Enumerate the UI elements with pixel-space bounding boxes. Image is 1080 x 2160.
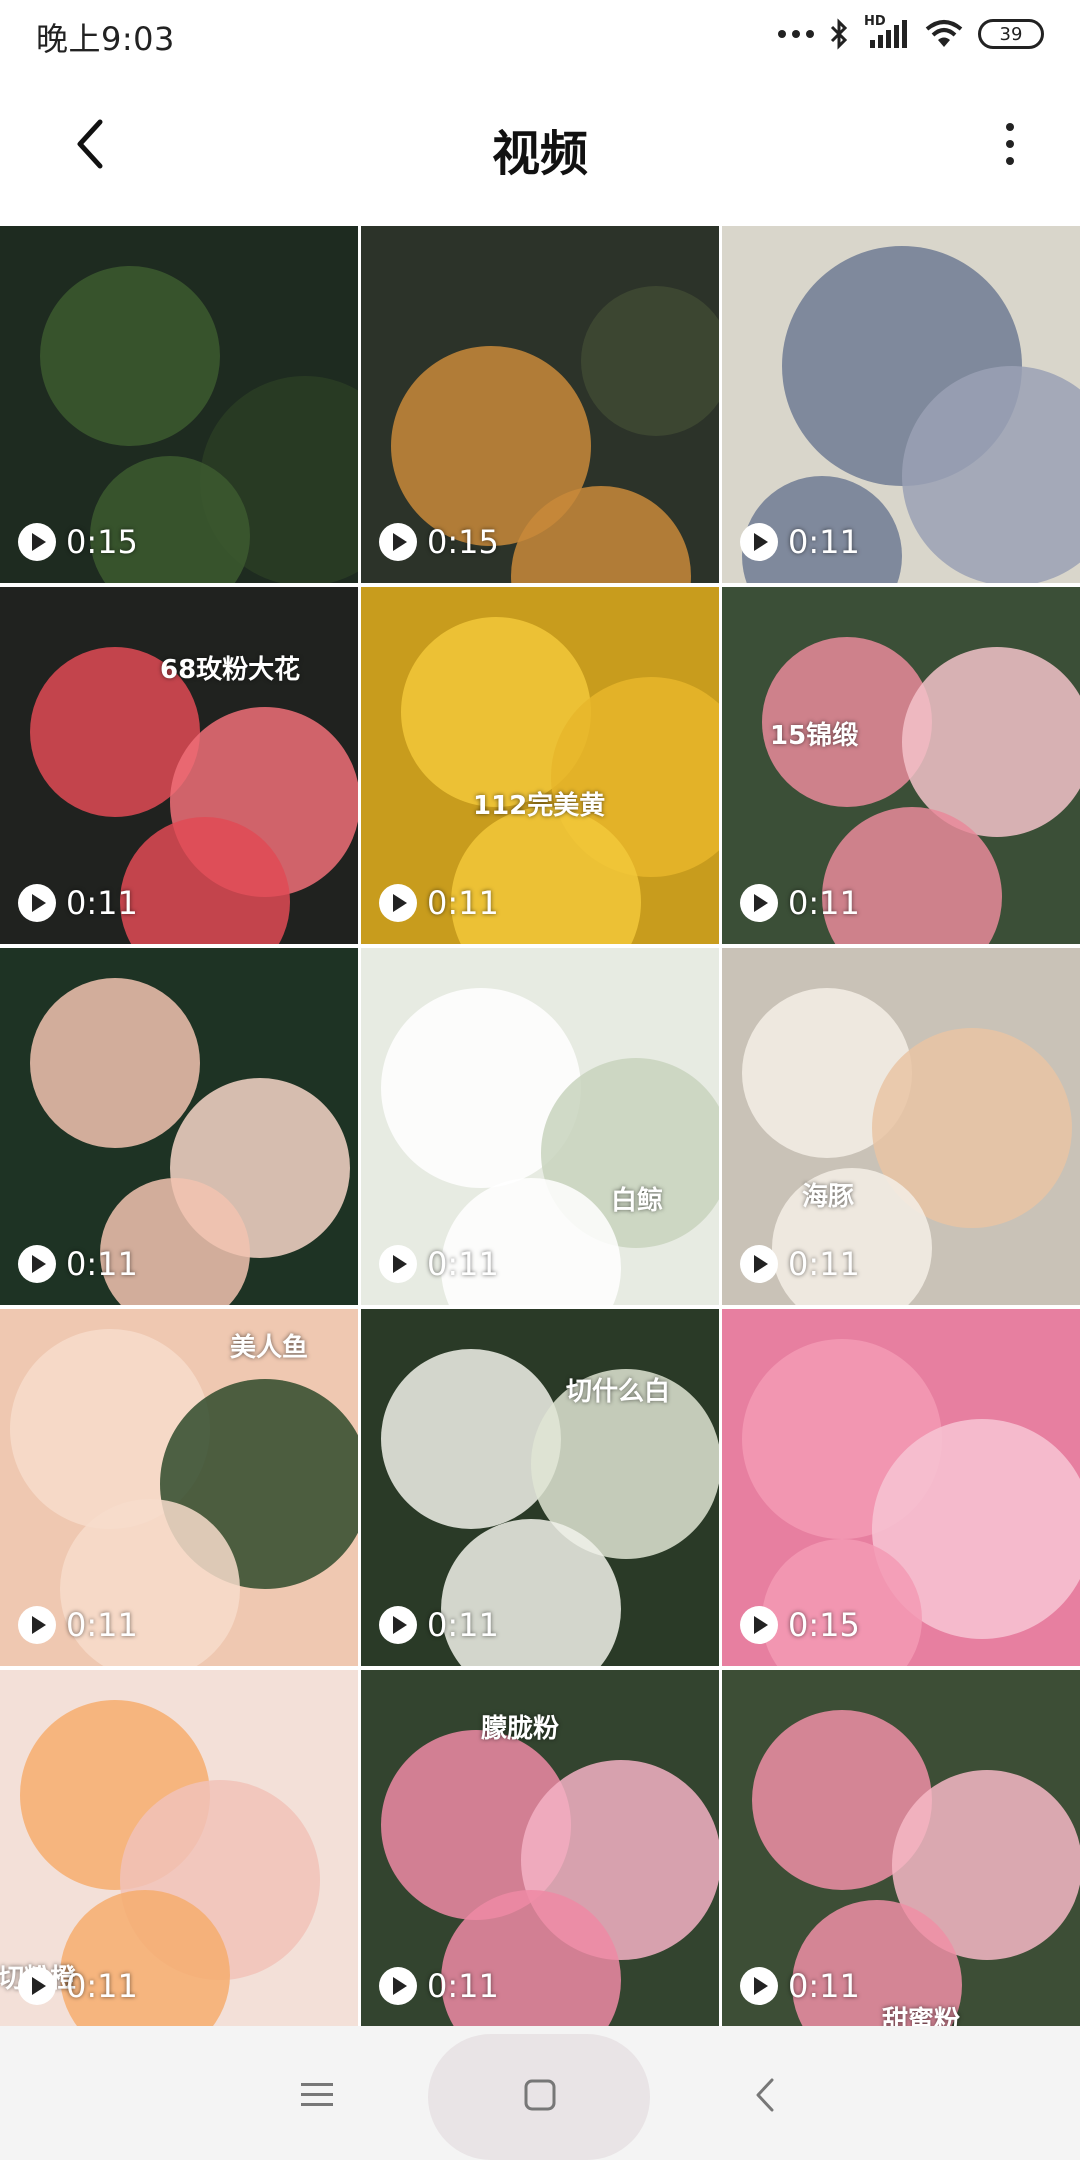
video-caption: 68玫粉大花 (160, 655, 301, 685)
menu-icon (301, 2083, 333, 2106)
play-icon (379, 884, 417, 922)
video-caption: 朦胧粉 (481, 1714, 560, 1744)
play-icon (740, 1967, 778, 2005)
bluetooth-icon (830, 18, 848, 50)
video-duration: 0:11 (379, 1245, 499, 1283)
video-thumbnail[interactable]: 0:15 (0, 226, 358, 583)
video-duration: 0:15 (18, 523, 138, 561)
more-dot (1006, 123, 1014, 131)
back-icon (756, 2078, 774, 2112)
duration-text: 0:11 (66, 884, 138, 922)
play-icon (18, 1606, 56, 1644)
video-thumbnail[interactable]: 切什么白 0:11 (361, 1309, 719, 1666)
video-thumbnail[interactable]: 15锦缎 0:11 (722, 587, 1080, 944)
video-thumbnail[interactable]: 0:11 (722, 226, 1080, 583)
video-thumbnail[interactable]: 0:11 (0, 948, 358, 1305)
status-bar: 晚上9:03 HD 39 (0, 0, 1080, 70)
duration-text: 0:15 (66, 523, 138, 561)
video-thumbnail[interactable]: 68玫粉大花 0:11 (0, 587, 358, 944)
duration-text: 0:11 (788, 1245, 860, 1283)
system-back-button[interactable] (730, 2060, 800, 2130)
battery-icon: 39 (978, 19, 1044, 49)
play-icon (740, 1606, 778, 1644)
video-duration: 0:11 (379, 1967, 499, 2005)
play-icon (740, 1245, 778, 1283)
video-grid: 0:15 0:15 0:11 68玫粉大花 0:11 112完美黄 0:11 15锦缎 0:11… (0, 226, 1080, 2026)
duration-text: 0:15 (427, 523, 499, 561)
duration-text: 0:11 (66, 1967, 138, 2005)
play-icon (18, 1245, 56, 1283)
video-caption: 切什么白 (566, 1377, 671, 1407)
video-duration: 0:11 (379, 1606, 499, 1644)
duration-text: 0:15 (788, 1606, 860, 1644)
video-duration: 0:11 (740, 1967, 860, 2005)
home-button[interactable] (505, 2060, 575, 2130)
video-caption: 112完美黄 (473, 791, 606, 821)
status-icons: HD 39 (778, 14, 1044, 54)
navigation-bar (0, 2026, 1080, 2160)
more-options-button[interactable] (980, 114, 1040, 174)
more-dot (1006, 157, 1014, 165)
duration-text: 0:11 (427, 1245, 499, 1283)
page-title: 视频 (491, 126, 588, 182)
play-icon (740, 884, 778, 922)
video-thumbnail[interactable]: 美人鱼 0:11 (0, 1309, 358, 1666)
video-duration: 0:11 (18, 884, 138, 922)
play-icon (18, 523, 56, 561)
recent-apps-button[interactable] (282, 2060, 352, 2130)
video-thumbnail[interactable]: 0:15 (722, 1309, 1080, 1666)
play-icon (379, 523, 417, 561)
play-icon (18, 1967, 56, 2005)
video-duration: 0:11 (740, 1245, 860, 1283)
video-thumbnail[interactable]: 切粉橙0:11 (0, 1670, 358, 2026)
video-caption: 美人鱼 (230, 1333, 309, 1363)
duration-text: 0:11 (66, 1606, 138, 1644)
duration-text: 0:11 (788, 884, 860, 922)
duration-text: 0:11 (427, 884, 499, 922)
duration-text: 0:11 (66, 1245, 138, 1283)
more-dot (1006, 140, 1014, 148)
video-duration: 0:11 (18, 1245, 138, 1283)
video-thumbnail[interactable]: 112完美黄 0:11 (361, 587, 719, 944)
play-icon (379, 1606, 417, 1644)
video-duration: 0:15 (740, 1606, 860, 1644)
video-thumbnail[interactable]: 0:15 (361, 226, 719, 583)
video-thumbnail[interactable]: 朦胧粉 0:11 (361, 1670, 719, 2026)
battery-level: 39 (999, 23, 1023, 45)
duration-text: 0:11 (427, 1606, 499, 1644)
video-caption: 15锦缎 (770, 721, 859, 751)
video-duration: 0:11 (740, 523, 860, 561)
video-caption: 甜蜜粉 (882, 2006, 961, 2026)
video-duration: 0:11 (379, 884, 499, 922)
more-notifications-icon (778, 30, 814, 38)
video-caption: 白鲸 (611, 1186, 664, 1216)
thumbnail-image-region (30, 978, 200, 1148)
home-icon (524, 2079, 556, 2111)
video-caption: 海豚 (802, 1182, 855, 1212)
play-icon (740, 523, 778, 561)
thumbnail-image-region (40, 266, 220, 446)
wifi-icon (925, 20, 963, 47)
duration-text: 0:11 (788, 1967, 860, 2005)
video-thumbnail[interactable]: 甜蜜粉 0:11 (722, 1670, 1080, 2026)
video-duration: 0:15 (379, 523, 499, 561)
signal-icon: HD (864, 14, 910, 50)
status-time: 晚上9:03 (36, 20, 175, 58)
play-icon (379, 1967, 417, 2005)
thumbnail-image-region (581, 286, 719, 436)
video-duration: 0:11 (740, 884, 860, 922)
video-thumbnail[interactable]: 白鲸 0:11 (361, 948, 719, 1305)
play-icon (379, 1245, 417, 1283)
video-duration: 0:11 (18, 1606, 138, 1644)
duration-text: 0:11 (427, 1967, 499, 2005)
play-icon (18, 884, 56, 922)
video-thumbnail[interactable]: 海豚 0:11 (722, 948, 1080, 1305)
duration-text: 0:11 (788, 523, 860, 561)
app-bar: 视频 (0, 70, 1080, 222)
video-duration: 0:11 (18, 1967, 138, 2005)
